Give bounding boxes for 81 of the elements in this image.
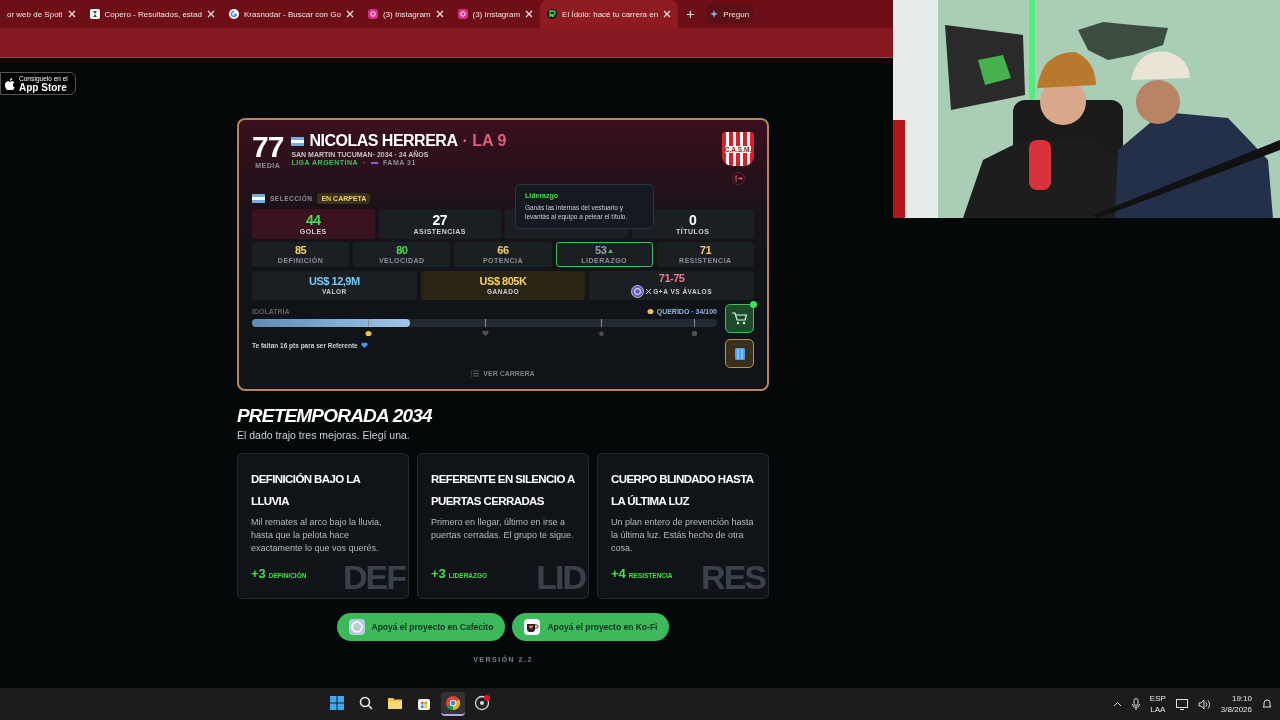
logo-icon [547,9,558,19]
attribute-value: 53 [595,245,607,256]
star-icon [597,330,605,337]
section-subtitle: El dado trajo tres mejoras. Elegí una. [237,429,411,441]
clock-date[interactable]: 3/8/2026 [1220,704,1252,715]
tile-value: US$ 12,9M [309,276,360,287]
bonus-value: +3 [251,566,266,581]
cup-icon [524,619,541,635]
notification-icon[interactable] [1262,698,1272,710]
notification-dot [750,301,757,308]
heart-icon [481,330,489,337]
browser-tab[interactable]: Copero - Resultados, estad [82,0,222,28]
microphone-icon[interactable] [1131,698,1140,710]
taskbar-app[interactable] [441,692,465,716]
section-title: PRETEMPORADA 2034 [237,405,433,427]
browser-tab[interactable]: (3) Instagram [450,0,541,28]
upgrade-description: Un plan entero de prevención hasta la última luz. Estás hecho de otra cosa. [611,516,755,555]
attribute-value: 80 [396,245,408,256]
player-position: · LA 9 [462,132,507,150]
folder-icon [387,695,403,711]
flag-icon [252,194,265,203]
close-icon[interactable] [345,10,354,18]
google-icon [229,9,239,19]
upgrade-description: Mil remates al arco bajo la lluvia, hasta que la pelota hace exactamente lo que vos querés. [251,516,383,555]
stat-value: 44 [305,213,321,227]
bonus-value: +4 [611,566,626,581]
stat-value: 27 [432,213,448,227]
browser-tab[interactable]: El Ídolo: hacé tu carrera en [540,0,679,28]
cup-icon [348,619,365,635]
camera-icon [457,9,468,19]
apple-icon [5,77,16,90]
up-arrow-icon [608,248,614,253]
close-icon[interactable] [525,10,534,18]
attribute-value: 85 [294,245,307,256]
close-icon[interactable] [207,10,215,18]
support-button[interactable]: Apoyá el proyecto en Ko-Fi [512,613,670,641]
shop-button[interactable] [725,304,754,333]
chrome-icon [445,695,461,711]
upgrade-title: REFERENTE EN SILENCIO A PUERTAS CERRADAS [431,472,575,509]
hourglass-icon [89,9,100,19]
attribute-value: 71 [699,245,711,256]
stat-value: 0 [689,213,697,227]
fame-bar-icon [371,161,378,164]
bonus-value: +3 [431,566,446,581]
logout-icon[interactable] [731,172,745,185]
chevron-up-icon[interactable] [1112,701,1122,707]
browser-tab[interactable]: (3) Instagram [360,0,451,28]
heart-icon [360,342,368,349]
list-icon [471,370,480,377]
tile-value: US$ 805K [479,276,527,287]
language-indicator[interactable]: ESP [1149,693,1166,704]
club-crest-icon [631,285,645,298]
assistant-button[interactable]: Pregun [706,4,754,24]
speaker-icon[interactable] [1197,698,1211,710]
browser-tab[interactable]: Krasnodar - Buscar con Go [222,0,361,28]
close-icon[interactable] [663,10,672,18]
crossed-swords-icon [646,289,652,294]
sparkle-icon [710,10,719,18]
tile-value: 71-75 [658,273,685,284]
monitor-icon[interactable] [1175,698,1188,710]
new-tab-button[interactable]: + [686,6,695,22]
player-name: NICOLAS HERRERA [309,132,458,150]
upgrade-title: CUERPO BLINDADO HASTA LA ÚLTIMA LUZ [611,472,755,509]
windows-icon [329,695,345,711]
flag-icon [291,136,305,146]
upgrade-title: DEFINICIÓN BAJO LA LLUVIA [251,472,362,509]
cart-icon [732,312,747,325]
search-icon [358,695,374,711]
language-indicator[interactable]: LAA [1150,704,1166,715]
browser-tab[interactable]: or web de Spoti [0,0,83,28]
rating: 77 [252,132,284,162]
clock-time[interactable]: 19:10 [1231,693,1252,704]
attribute-value: 66 [497,245,509,256]
cards-button[interactable] [725,339,754,368]
close-icon[interactable] [435,10,444,18]
close-icon[interactable] [67,10,76,18]
support-button[interactable]: Apoyá el proyecto en Cafecito [336,613,506,641]
obs-icon [474,695,490,711]
cards-icon [734,346,745,361]
camera-icon [367,9,378,19]
upgrade-description: Primero en llegar, último en irse a puertas cerradas. El grupo te sigue. [431,516,575,542]
